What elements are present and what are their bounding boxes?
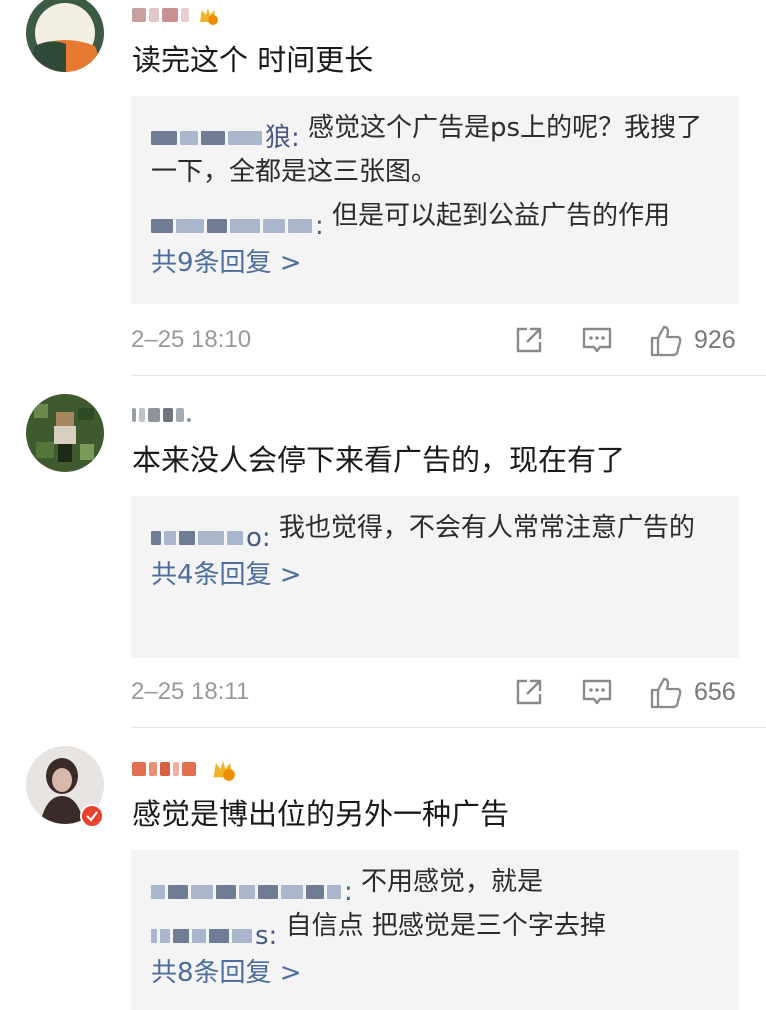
reply-username[interactable]: : xyxy=(151,870,353,907)
like-icon[interactable] xyxy=(649,676,683,710)
reply-preview-box[interactable]: o: 我也觉得，不会有人常常注意广告的 共4条回复 > xyxy=(131,496,739,658)
comment-text: 读完这个 时间更长 xyxy=(132,43,374,77)
comment-item: 感觉是博出位的另外一种广告 : 不用感觉，就是 s: 自信点 把感觉是三个字去掉… xyxy=(0,728,766,1010)
reply-item[interactable]: : 但是可以起到公益广告的作用 xyxy=(151,194,717,241)
share-icon[interactable] xyxy=(513,324,545,356)
username[interactable] xyxy=(132,4,219,30)
reply-text: 不用感觉，就是 xyxy=(352,867,544,897)
reply-text: 自信点 把感觉是三个字去掉 xyxy=(277,911,606,941)
like-count: 656 xyxy=(694,678,736,706)
comment-item: 读完这个 时间更长 狼: 感觉这个广告是ps上的呢？我搜了一下，全都是这三张图。… xyxy=(0,0,766,375)
like-count: 926 xyxy=(694,326,736,354)
reply-text: 但是可以起到公益广告的作用 xyxy=(323,201,671,231)
view-all-replies-link[interactable]: 共8条回复 > xyxy=(151,948,717,998)
reply-text: 我也觉得，不会有人常常注意广告的 xyxy=(270,513,695,543)
comment-item: 本来没人会停下来看广告的，现在有了 o: 我也觉得，不会有人常常注意广告的 共4… xyxy=(0,376,766,728)
comment-icon[interactable] xyxy=(581,324,613,356)
avatar[interactable] xyxy=(26,394,104,472)
comment-text: 感觉是博出位的另外一种广告 xyxy=(132,797,510,831)
reply-username[interactable]: s: xyxy=(151,914,277,951)
comment-meta: 2–25 18:10 926 xyxy=(131,320,739,360)
reply-item[interactable]: o: 我也觉得，不会有人常常注意广告的 xyxy=(151,506,717,553)
avatar[interactable] xyxy=(26,0,104,72)
comment-meta: 2–25 18:11 656 xyxy=(131,672,739,712)
vip-badge-icon xyxy=(213,760,235,781)
comment-icon[interactable] xyxy=(581,676,613,708)
reply-username[interactable]: : xyxy=(151,204,324,241)
username[interactable] xyxy=(132,404,194,430)
reply-item[interactable]: s: 自信点 把感觉是三个字去掉 xyxy=(151,904,717,951)
timestamp: 2–25 18:11 xyxy=(131,678,250,705)
vip-badge-icon xyxy=(200,8,219,25)
reply-preview-box[interactable]: : 不用感觉，就是 s: 自信点 把感觉是三个字去掉 共8条回复 > xyxy=(131,850,739,1010)
verified-badge-icon xyxy=(80,804,104,828)
reply-item[interactable]: : 不用感觉，就是 xyxy=(151,860,717,907)
username[interactable] xyxy=(132,756,236,782)
timestamp: 2–25 18:10 xyxy=(131,326,252,353)
reply-username[interactable]: o: xyxy=(151,516,271,553)
share-icon[interactable] xyxy=(513,676,545,708)
avatar-image xyxy=(26,394,104,472)
reply-username[interactable]: 狼: xyxy=(151,116,300,153)
reply-preview-box[interactable]: 狼: 感觉这个广告是ps上的呢？我搜了一下，全都是这三张图。 : 但是可以起到公… xyxy=(131,96,739,304)
view-all-replies-link[interactable]: 共9条回复 > xyxy=(151,238,717,288)
like-icon[interactable] xyxy=(649,324,683,358)
comment-text: 本来没人会停下来看广告的，现在有了 xyxy=(132,443,626,477)
avatar-image xyxy=(26,0,104,72)
view-all-replies-link[interactable]: 共4条回复 > xyxy=(151,550,717,600)
reply-item[interactable]: 狼: 感觉这个广告是ps上的呢？我搜了一下，全都是这三张图。 xyxy=(151,106,717,194)
